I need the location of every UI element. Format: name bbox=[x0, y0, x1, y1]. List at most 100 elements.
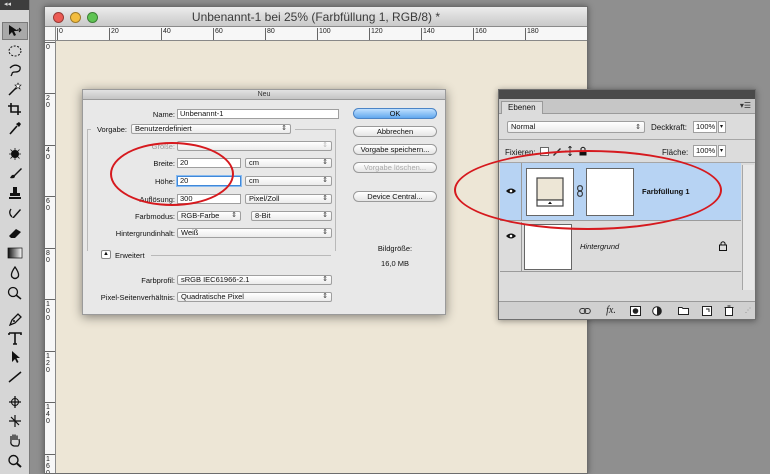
layer-row-hintergrund[interactable]: Hintergrund bbox=[500, 222, 741, 272]
link-layers-button[interactable] bbox=[579, 305, 591, 316]
height-unit-select[interactable]: cm ⇕ bbox=[245, 176, 332, 186]
eraser-icon bbox=[9, 229, 21, 238]
ruler-label: 1 4 0 bbox=[46, 404, 50, 425]
ok-button[interactable]: OK bbox=[353, 108, 437, 119]
ruler-corner[interactable] bbox=[45, 27, 56, 41]
line-tool[interactable] bbox=[2, 368, 28, 386]
pen-tool[interactable] bbox=[2, 310, 28, 328]
height-field[interactable]: 20 bbox=[177, 176, 241, 186]
document-titlebar[interactable]: Unbenannt-1 bei 25% (Farbfüllung 1, RGB/… bbox=[45, 7, 587, 27]
mask-thumbnail[interactable] bbox=[586, 168, 634, 216]
ruler-label: 20 bbox=[111, 28, 119, 35]
ruler-label: 120 bbox=[371, 28, 383, 35]
disclosure-button[interactable]: ▲ bbox=[101, 250, 111, 259]
panel-menu-icon[interactable]: ▾☰ bbox=[740, 101, 751, 110]
name-field[interactable]: Unbenannt-1 bbox=[177, 109, 339, 119]
opacity-field[interactable]: 100% bbox=[693, 121, 717, 133]
new-group-button[interactable] bbox=[677, 305, 689, 316]
magic-wand-tool[interactable] bbox=[2, 80, 28, 98]
height-unit: cm bbox=[249, 176, 259, 185]
pixel-aspect-select[interactable]: Quadratische Pixel ⇕ bbox=[177, 292, 332, 302]
new-layer-button[interactable] bbox=[701, 305, 713, 316]
healing-brush-tool[interactable] bbox=[2, 145, 28, 163]
eye-icon bbox=[506, 233, 516, 239]
ruler-label: 140 bbox=[423, 28, 435, 35]
3d-camera-tool[interactable] bbox=[2, 412, 28, 430]
horizontal-ruler[interactable]: 0 20 40 60 80 100 120 140 160 180 bbox=[56, 27, 587, 41]
eye-icon bbox=[506, 188, 516, 194]
save-preset-button[interactable]: Vorgabe speichern... bbox=[353, 144, 437, 155]
layer-name[interactable]: Hintergrund bbox=[580, 242, 619, 251]
chain-link-icon[interactable] bbox=[577, 185, 583, 197]
fill-field[interactable]: 100% bbox=[693, 145, 717, 157]
new-adjustment-button[interactable] bbox=[651, 305, 663, 316]
opacity-dropdown[interactable]: ▾ bbox=[718, 121, 726, 133]
layer-name[interactable]: Farbfüllung 1 bbox=[642, 187, 690, 196]
layer-row-farbfuellung[interactable]: Farbfüllung 1 bbox=[500, 163, 741, 221]
resolution-unit-select[interactable]: Pixel/Zoll ⇕ bbox=[245, 194, 332, 204]
layers-scrollbar[interactable] bbox=[742, 165, 754, 290]
line-icon bbox=[8, 371, 22, 383]
resize-grip[interactable]: ⋰ bbox=[742, 305, 754, 316]
width-field[interactable]: 20 bbox=[177, 158, 241, 168]
history-brush-tool[interactable] bbox=[2, 204, 28, 222]
hand-tool[interactable] bbox=[2, 431, 28, 449]
group-divider bbox=[295, 129, 335, 130]
eyedropper-tool[interactable] bbox=[2, 119, 28, 137]
lasso-tool[interactable] bbox=[2, 61, 28, 79]
path-select-tool[interactable] bbox=[2, 348, 28, 366]
background-value: Weiß bbox=[181, 228, 199, 237]
color-mode-label: Farbmodus: bbox=[134, 212, 175, 221]
width-unit-select[interactable]: cm ⇕ bbox=[245, 158, 332, 168]
updown-icon: ⇕ bbox=[322, 142, 328, 149]
device-central-button[interactable]: Device Central... bbox=[353, 191, 437, 202]
visibility-toggle[interactable] bbox=[502, 183, 520, 199]
fill-swatch-icon bbox=[536, 177, 564, 207]
trash-icon bbox=[724, 305, 734, 316]
ruler-label: 6 0 bbox=[46, 198, 50, 212]
tab-layers[interactable]: Ebenen bbox=[501, 101, 543, 114]
pixel-aspect-label: Pixel-Seitenverhältnis: bbox=[100, 293, 175, 302]
blend-mode-select[interactable]: Normal ⇕ bbox=[507, 121, 645, 133]
lock-transparent-icon[interactable] bbox=[540, 147, 549, 156]
lock-position-icon[interactable] bbox=[565, 146, 575, 156]
zoom-tool[interactable] bbox=[2, 452, 28, 470]
column-divider bbox=[521, 163, 522, 221]
profile-select[interactable]: sRGB IEC61966-2.1 ⇕ bbox=[177, 275, 332, 285]
clone-stamp-tool[interactable] bbox=[2, 184, 28, 202]
3d-rotate-tool[interactable] bbox=[2, 393, 28, 411]
lock-pixels-icon[interactable] bbox=[552, 146, 562, 156]
type-tool[interactable] bbox=[2, 329, 28, 347]
resolution-field[interactable]: 300 bbox=[177, 194, 241, 204]
crop-tool[interactable] bbox=[2, 100, 28, 118]
background-select[interactable]: Weiß ⇕ bbox=[177, 228, 332, 238]
panel-top-bar[interactable] bbox=[499, 90, 755, 99]
new-layer-icon bbox=[702, 305, 712, 316]
dodge-tool[interactable] bbox=[2, 284, 28, 302]
delete-layer-button[interactable] bbox=[723, 305, 735, 316]
blur-tool[interactable] bbox=[2, 264, 28, 282]
cancel-button[interactable]: Abbrechen bbox=[353, 126, 437, 137]
document-title: Unbenannt-1 bei 25% (Farbfüllung 1, RGB/… bbox=[191, 10, 441, 24]
move-tool[interactable] bbox=[2, 22, 28, 40]
fill-dropdown[interactable]: ▾ bbox=[718, 145, 726, 157]
vertical-ruler[interactable]: 0 2 0 4 0 6 0 8 0 1 0 0 1 2 0 1 4 0 1 6 … bbox=[45, 41, 56, 473]
layer-style-button[interactable]: fx. bbox=[605, 305, 617, 316]
marquee-tool[interactable] bbox=[2, 42, 28, 60]
bit-depth-select[interactable]: 8-Bit ⇕ bbox=[251, 211, 332, 221]
layer-thumbnail[interactable] bbox=[524, 224, 572, 270]
lock-all-icon[interactable] bbox=[578, 146, 588, 156]
preset-select[interactable]: Benutzerdefiniert ⇕ bbox=[131, 124, 291, 134]
magic-wand-icon bbox=[8, 82, 22, 96]
resolution-unit: Pixel/Zoll bbox=[249, 194, 280, 203]
gradient-tool[interactable] bbox=[2, 244, 28, 262]
color-mode-select[interactable]: RGB-Farbe ⇕ bbox=[177, 211, 241, 221]
visibility-toggle[interactable] bbox=[502, 228, 520, 244]
toolbox-grip[interactable]: ◂◂ bbox=[0, 0, 29, 10]
brush-icon bbox=[10, 168, 22, 179]
brush-tool[interactable] bbox=[2, 164, 28, 182]
add-mask-button[interactable] bbox=[629, 305, 641, 316]
eraser-tool[interactable] bbox=[2, 224, 28, 242]
column-divider bbox=[521, 222, 522, 272]
adjustment-thumbnail[interactable] bbox=[526, 168, 574, 216]
